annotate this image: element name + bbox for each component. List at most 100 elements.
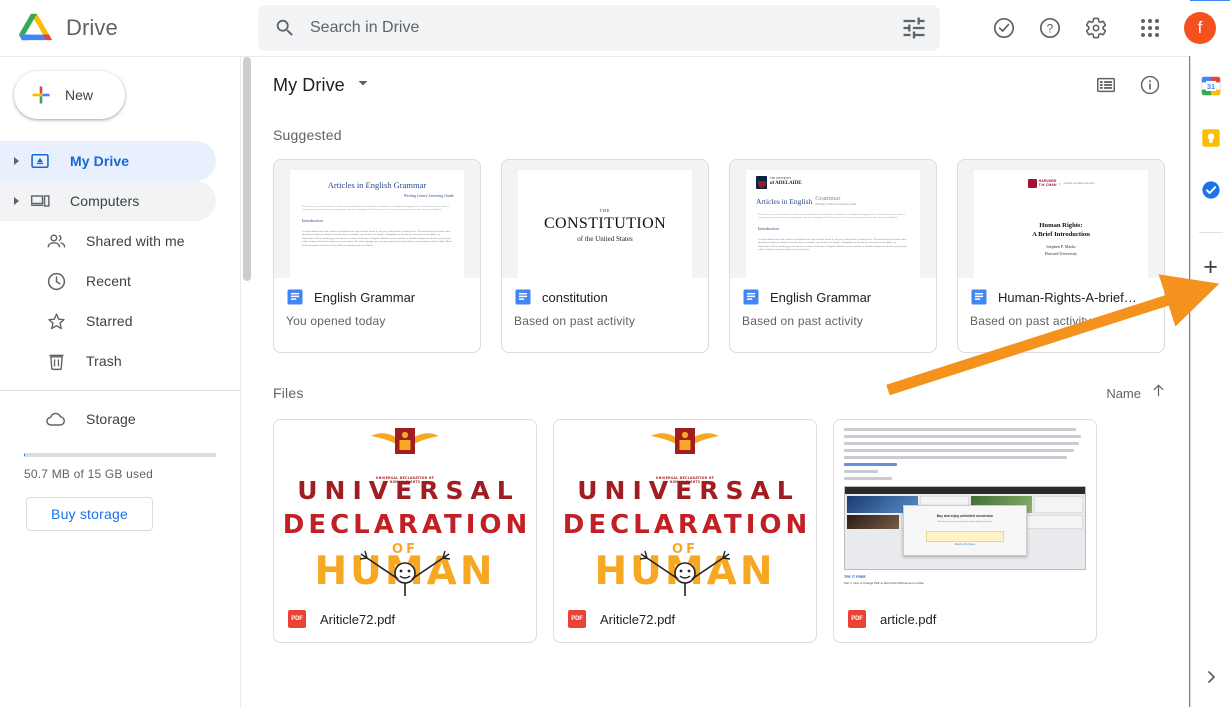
preview-subtitle: Writing Centre Learning Guide bbox=[815, 202, 857, 206]
preview-the: THE bbox=[599, 208, 611, 213]
thumbnail: UNIVERSAL DECLARATION OF HUMAN RIGHTS UN… bbox=[274, 420, 536, 597]
card-title-row: Human-Rights-A-brief-in... bbox=[970, 288, 1152, 306]
settings-icon[interactable] bbox=[1074, 6, 1118, 50]
chevron-down-icon[interactable] bbox=[357, 76, 369, 94]
apps-grid-icon[interactable] bbox=[1128, 6, 1172, 50]
storage-bar-fill bbox=[24, 453, 25, 457]
card-file-name: English Grammar bbox=[314, 289, 416, 305]
expand-caret-icon[interactable] bbox=[8, 153, 24, 169]
grid-dots bbox=[1141, 19, 1159, 37]
google-docs-icon bbox=[287, 289, 303, 305]
shared-with-me-icon bbox=[44, 229, 68, 253]
doc-preview: THE UNIVERSITY of ADELAIDE Articles in E… bbox=[746, 170, 920, 278]
google-calendar-icon[interactable]: 31 bbox=[1199, 74, 1223, 98]
info-icon[interactable] bbox=[1130, 65, 1170, 105]
my-drive-icon bbox=[28, 149, 52, 173]
sidebar-label: Storage bbox=[86, 411, 136, 427]
suggested-card[interactable]: THE UNIVERSITY of ADELAIDE Articles in E… bbox=[729, 159, 937, 353]
sidebar-item-shared-with-me[interactable]: Shared with me bbox=[0, 221, 216, 261]
files-header: Files Name bbox=[241, 353, 1190, 403]
udhr-emblem: UNIVERSAL DECLARATION OF HUMAN RIGHTS bbox=[369, 426, 441, 484]
preview-heading: Introduction bbox=[302, 217, 323, 223]
card-file-name: constitution bbox=[542, 289, 608, 305]
google-docs-icon bbox=[971, 289, 987, 305]
preview-body: The words a, an and the, known as articl… bbox=[758, 213, 906, 220]
main-content: My Drive Suggested Articles in English G… bbox=[240, 56, 1190, 707]
sidebar-item-recent[interactable]: Recent bbox=[0, 261, 216, 301]
avatar[interactable]: f bbox=[1184, 12, 1216, 44]
new-button[interactable]: New bbox=[14, 71, 125, 119]
google-keep-icon[interactable] bbox=[1199, 126, 1223, 150]
storage-bar-track bbox=[24, 453, 216, 457]
preview-title: Articles in English bbox=[756, 197, 813, 206]
card-meta: Human-Rights-A-brief-in... Based on past… bbox=[958, 278, 1164, 328]
file-cards: UNIVERSAL DECLARATION OF HUMAN RIGHTS UN… bbox=[241, 403, 1190, 643]
main-header: My Drive bbox=[241, 57, 1190, 113]
tune-icon[interactable] bbox=[900, 14, 928, 42]
footer-headline: TRY IT FREE bbox=[844, 575, 866, 579]
sidebar-item-storage[interactable]: Storage bbox=[0, 399, 216, 439]
card-title-row: English Grammar bbox=[742, 288, 924, 306]
suggested-card[interactable]: Articles in English Grammar Writing Cent… bbox=[273, 159, 481, 353]
emblem-caption: UNIVERSAL DECLARATION OF HUMAN RIGHTS bbox=[655, 476, 715, 485]
card-meta: English Grammar Based on past activity bbox=[730, 278, 936, 328]
storage-bar bbox=[24, 453, 216, 457]
preview-subtitle: Writing Centre Learning Guide bbox=[403, 193, 454, 198]
google-docs-icon bbox=[743, 289, 759, 305]
page-title: My Drive bbox=[273, 74, 345, 95]
panel-top-rule bbox=[1190, 0, 1230, 1]
expand-caret-icon[interactable] bbox=[8, 193, 24, 209]
list-view-icon[interactable] bbox=[1086, 65, 1126, 105]
file-card[interactable]: UNIVERSAL DECLARATION OF HUMAN RIGHTS UN… bbox=[553, 419, 817, 643]
file-name: Ariticle72.pdf bbox=[320, 611, 396, 627]
chevron-right-icon[interactable] bbox=[1199, 665, 1223, 689]
plus-icon bbox=[32, 86, 50, 104]
file-card[interactable]: UNIVERSAL DECLARATION OF HUMAN RIGHTS UN… bbox=[273, 419, 537, 643]
sort-label: Name bbox=[1106, 385, 1141, 401]
preview-titles: Articles in English Grammar Writing Cent… bbox=[746, 189, 920, 206]
file-name: Ariticle72.pdf bbox=[600, 611, 676, 627]
side-panel-add-button[interactable]: + bbox=[1203, 255, 1218, 280]
preview-title2: Grammar bbox=[815, 195, 841, 202]
article-footer: TRY IT FREE Part 1. How to Change PDF to… bbox=[844, 575, 1086, 585]
file-meta: PDF Ariticle72.pdf bbox=[274, 596, 536, 642]
google-drive-logo bbox=[18, 13, 53, 41]
file-card[interactable]: Buy and enjoy unlimited conversion Stop … bbox=[833, 419, 1097, 643]
suggested-card[interactable]: HARVARD T.H. CHAN SCHOOL OF PUBLIC HEALT… bbox=[957, 159, 1165, 353]
search-icon bbox=[276, 19, 293, 36]
sidebar-label: Computers bbox=[70, 193, 140, 209]
brand-name: Drive bbox=[66, 15, 118, 40]
scrollbar-thumb[interactable] bbox=[243, 57, 251, 281]
sidebar-item-my-drive[interactable]: My Drive bbox=[0, 141, 216, 181]
thumbnail: THE CONSTITUTION of the United States bbox=[502, 160, 708, 278]
recent-clock-icon bbox=[44, 269, 68, 293]
pdf-icon: PDF bbox=[848, 610, 866, 629]
thumbnail: Buy and enjoy unlimited conversion Stop … bbox=[834, 420, 1096, 597]
arrow-up-icon[interactable] bbox=[1151, 383, 1166, 403]
sidebar-item-computers[interactable]: Computers bbox=[0, 181, 216, 221]
suggested-card[interactable]: THE CONSTITUTION of the United States co… bbox=[501, 159, 709, 353]
search-input[interactable] bbox=[296, 19, 900, 37]
google-docs-icon bbox=[515, 289, 531, 305]
new-button-label: New bbox=[65, 87, 94, 103]
brand[interactable]: Drive bbox=[0, 8, 240, 48]
card-meta: English Grammar You opened today bbox=[274, 278, 480, 328]
file-meta: PDF Ariticle72.pdf bbox=[554, 596, 816, 642]
sidebar-item-trash[interactable]: Trash bbox=[0, 341, 216, 381]
thumbnail: Articles in English Grammar Writing Cent… bbox=[274, 160, 480, 278]
help-icon[interactable]: ? bbox=[1028, 6, 1072, 50]
breadcrumb[interactable]: My Drive bbox=[273, 75, 369, 96]
sidebar-nav: My Drive Computers Shared with me Recent… bbox=[0, 141, 240, 439]
sort-control[interactable]: Name bbox=[1106, 383, 1166, 403]
google-tasks-icon[interactable] bbox=[1199, 178, 1223, 202]
files-scroll-area[interactable]: Suggested Articles in English Grammar Wr… bbox=[241, 113, 1190, 707]
card-subtitle: Based on past activity bbox=[514, 314, 636, 328]
search-bar[interactable] bbox=[258, 5, 940, 51]
buy-storage-button[interactable]: Buy storage bbox=[26, 497, 153, 531]
sidebar-item-starred[interactable]: Starred bbox=[0, 301, 216, 341]
emblem-caption: UNIVERSAL DECLARATION OF HUMAN RIGHTS bbox=[375, 476, 435, 485]
support-icon[interactable] bbox=[982, 6, 1026, 50]
card-subtitle: Based on past activity bbox=[742, 314, 864, 328]
preview-body: The words a, an and the, known as articl… bbox=[302, 205, 450, 212]
